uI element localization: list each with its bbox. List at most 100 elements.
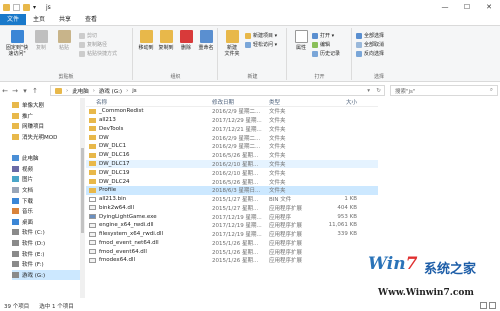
file-size: 953 KB: [337, 213, 357, 220]
nav-item-label: 下载: [22, 198, 34, 205]
file-icon: [89, 196, 96, 202]
table-row[interactable]: DW_DLC17 2016/2/10 星期... 文件夹: [86, 159, 378, 169]
paste-button[interactable]: 粘贴: [53, 30, 75, 51]
table-row[interactable]: DW_DLC19 2016/2/10 星期... 文件夹: [86, 168, 378, 177]
nav-scrollbar-thumb[interactable]: [81, 148, 84, 233]
table-row[interactable]: DyingLightGame.exe 2017/12/19 星期... 应用程序 95…: [86, 212, 378, 221]
select-none-button[interactable]: 全部取消: [356, 41, 384, 48]
nav-item[interactable]: 软件 (D:): [12, 238, 80, 249]
close-button[interactable]: ✕: [478, 0, 500, 14]
table-row[interactable]: DW_DLC24 2016/5/26 星期... 文件夹: [86, 177, 378, 186]
up-button[interactable]: ↑: [30, 87, 40, 95]
properties-icon[interactable]: [13, 3, 20, 11]
file-size: 404 KB: [337, 204, 357, 211]
tab-share[interactable]: 共享: [52, 14, 78, 25]
nav-item[interactable]: 消失光明MOD: [12, 132, 80, 143]
navigation-pane: 单像大剧 推广 网赚项目 消失光明MOD 此电脑 视频 图片 文档 下载 音乐 桌面 软件 (C:) 软…: [12, 100, 80, 300]
nav-item-label: 文档: [22, 188, 34, 195]
nav-item[interactable]: 图片: [12, 174, 80, 185]
move-to-button[interactable]: 移动到: [135, 30, 157, 51]
table-row[interactable]: DW 2016/2/9 星期二... 文件夹: [86, 133, 378, 142]
invert-selection-button[interactable]: 反向选择: [356, 50, 384, 57]
table-row[interactable]: _CommonRedist 2016/2/9 星期二... 文件夹: [86, 107, 378, 116]
recent-locations-button[interactable]: ▾: [20, 87, 30, 95]
copy-path-button[interactable]: 复制路径: [79, 41, 107, 48]
file-name-cell: DW_DLC16: [86, 152, 212, 158]
nav-item[interactable]: 单像大剧: [12, 100, 80, 111]
nav-item[interactable]: 软件 (E:): [12, 248, 80, 259]
maximize-button[interactable]: ☐: [456, 0, 478, 14]
tab-file[interactable]: 文件: [0, 14, 27, 25]
table-row[interactable]: DW_DLC1 2016/2/9 星期二... 文件夹: [86, 142, 378, 151]
table-row[interactable]: DevTools 2017/12/21 星期... 文件夹: [86, 125, 378, 134]
rename-button[interactable]: 重命名: [195, 30, 217, 51]
chevron-down-icon[interactable]: ▾: [33, 4, 40, 11]
file-type: 文件夹: [269, 188, 286, 195]
new-item-button[interactable]: 新建项目 ▾: [245, 32, 277, 39]
folder-icon: [89, 179, 96, 184]
open-button[interactable]: 打开 ▾: [312, 32, 334, 39]
nav-item[interactable]: 软件 (C:): [12, 227, 80, 238]
easy-access-button[interactable]: 轻松访问 ▾: [245, 41, 277, 48]
nav-item[interactable]: 网赚项目: [12, 121, 80, 132]
nav-item[interactable]: 此电脑: [12, 153, 80, 164]
breadcrumb-drive[interactable]: 游戏 (G:): [99, 87, 122, 95]
chevron-down-icon[interactable]: ▾: [367, 88, 370, 94]
column-date[interactable]: 修改日期: [212, 98, 269, 106]
history-button[interactable]: 历史记录: [312, 50, 340, 57]
file-type: 应用程序扩展: [269, 223, 303, 230]
nav-item-label: 视频: [22, 166, 34, 173]
forward-button[interactable]: →: [10, 87, 20, 95]
column-size[interactable]: 大小: [317, 98, 357, 106]
table-row[interactable]: fmod_event_net64.dll 2015/1/26 星期... 应用程序扩…: [86, 238, 378, 247]
delete-button[interactable]: 删除: [175, 30, 197, 51]
paste-shortcut-button[interactable]: 粘贴快捷方式: [79, 50, 117, 57]
cut-button[interactable]: 剪切: [79, 32, 97, 39]
column-name[interactable]: 名称: [86, 98, 212, 106]
nav-scrollbar[interactable]: [80, 98, 85, 298]
desktop-icon: [12, 218, 19, 225]
address-box[interactable]: › 此电脑 › 游戏 (G:) › js ▾ ↻: [50, 85, 385, 96]
table-row[interactable]: filesystem_x64_rwdi.dll 2017/12/19 星期... 应…: [86, 230, 378, 239]
nav-item[interactable]: 推广: [12, 111, 80, 122]
watermark-cn: 系统之家: [424, 262, 477, 277]
file-name: fmod_event_net64.dll: [99, 239, 159, 246]
nav-item[interactable]: 桌面: [12, 217, 80, 228]
column-type[interactable]: 类型: [269, 98, 317, 106]
breadcrumb-js[interactable]: js: [132, 88, 136, 94]
new-folder-icon[interactable]: [23, 3, 30, 11]
nav-item-label: 软件 (F:): [22, 262, 44, 269]
nav-item[interactable]: 下载: [12, 195, 80, 206]
nav-item[interactable]: 文档: [12, 185, 80, 196]
tab-home[interactable]: 主页: [26, 14, 52, 25]
nav-item-label: 软件 (C:): [22, 230, 45, 237]
properties-button[interactable]: 属性: [290, 30, 312, 51]
table-row[interactable]: all213.bin 2015/1/27 星期... BIN 文件 1 KB: [86, 195, 378, 204]
nav-item[interactable]: 视频: [12, 164, 80, 175]
delete-icon: [179, 30, 193, 43]
breadcrumb-this-pc[interactable]: 此电脑: [72, 87, 89, 95]
nav-item[interactable]: 音乐: [12, 206, 80, 217]
minimize-button[interactable]: —: [434, 0, 456, 14]
table-row[interactable]: bink2w64.dll 2015/1/27 星期... 应用程序扩展 404 KB: [86, 203, 378, 212]
copy-button[interactable]: 复制: [30, 30, 52, 51]
table-row[interactable]: all213 2017/12/29 星期... 文件夹: [86, 116, 378, 125]
table-row[interactable]: Profile 2018/6/3 星期日... 文件夹: [86, 185, 378, 195]
select-all-button[interactable]: 全部选择: [356, 32, 384, 39]
pin-button[interactable]: 固定到"快速访问": [4, 30, 30, 57]
table-row[interactable]: DW_DLC16 2016/5/26 星期... 文件夹: [86, 151, 378, 160]
tab-view[interactable]: 查看: [78, 14, 104, 25]
copy-to-button[interactable]: 复制到: [155, 30, 177, 51]
refresh-icon[interactable]: ↻: [376, 88, 381, 94]
file-type: 文件夹: [269, 153, 286, 160]
chevron-right-icon: ›: [66, 87, 69, 94]
table-row[interactable]: fmod_event64.dll 2015/1/26 星期... 应用程序扩展: [86, 247, 378, 256]
table-row[interactable]: fmodex64.dll 2015/1/26 星期... 应用程序扩展: [86, 256, 378, 265]
search-input[interactable]: 搜索"js" ⌕: [390, 85, 498, 96]
back-button[interactable]: ←: [0, 87, 10, 95]
table-row[interactable]: engine_x64_rwdi.dll 2017/12/19 星期... 应用程序扩…: [86, 221, 378, 230]
nav-item[interactable]: 游戏 (G:): [12, 269, 80, 281]
edit-button[interactable]: 编辑: [312, 41, 330, 48]
new-folder-button[interactable]: 新建 文件夹: [221, 30, 243, 57]
nav-item[interactable]: 软件 (F:): [12, 259, 80, 270]
